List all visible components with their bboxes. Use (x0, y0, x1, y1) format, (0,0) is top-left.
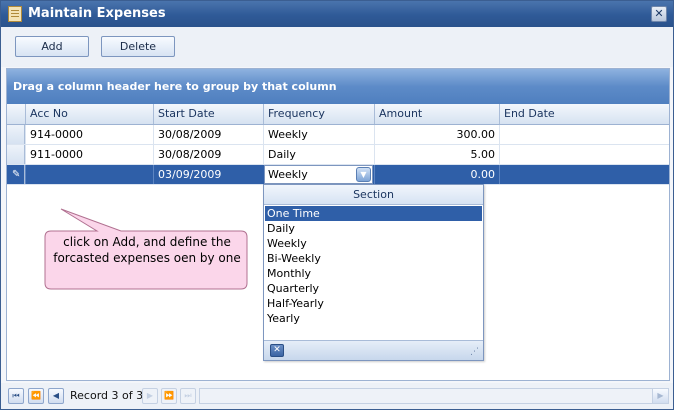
callout-line: click on Add, and define the (63, 235, 231, 249)
previous-record-icon[interactable]: ◀ (48, 388, 64, 404)
resize-grip-icon[interactable]: ⋰ (470, 347, 480, 357)
column-header-acc-no[interactable]: Acc No (25, 104, 153, 124)
cell-end-date[interactable] (499, 145, 669, 164)
next-page-icon[interactable]: ⏩ (161, 388, 177, 404)
cell-end-date[interactable] (499, 165, 669, 184)
dropdown-option[interactable]: Daily (265, 221, 482, 236)
pencil-icon: ✎ (12, 169, 21, 180)
row-indicator[interactable]: ✎ (7, 165, 25, 184)
callout-line: forcasted expenses oen by one (53, 251, 241, 265)
document-icon (8, 6, 22, 22)
record-navigator: ⏮ ⏪ ◀ Record 3 of 3 ▶ ⏩ ⏭ ▶ (1, 383, 673, 409)
row-indicator[interactable] (7, 125, 25, 144)
cell-frequency[interactable]: Weekly (263, 125, 374, 144)
row-indicator-header (7, 104, 25, 124)
title-bar: Maintain Expenses ✕ (1, 1, 673, 27)
dropdown-header: Section (264, 185, 483, 205)
cell-end-date[interactable] (499, 125, 669, 144)
cell-amount[interactable]: 5.00 (374, 145, 499, 164)
chevron-down-icon[interactable]: ▼ (356, 167, 371, 182)
last-record-icon[interactable]: ⏭ (180, 388, 196, 404)
window-title: Maintain Expenses (28, 6, 166, 21)
cell-start-date[interactable]: 03/09/2009 (153, 165, 263, 184)
column-header-amount[interactable]: Amount (374, 104, 499, 124)
row-indicator[interactable] (7, 145, 25, 164)
cell-acc-no[interactable] (25, 165, 153, 184)
delete-button[interactable]: Delete (101, 36, 175, 57)
maintain-expenses-window: Maintain Expenses ✕ Add Delete Drag a co… (0, 0, 674, 410)
grid-header: Acc No Start Date Frequency Amount End D… (7, 104, 669, 125)
close-icon[interactable]: ✕ (270, 344, 284, 357)
table-row[interactable]: 911-0000 30/08/2009 Daily 5.00 (7, 145, 669, 165)
cell-amount[interactable]: 0.00 (374, 165, 499, 184)
horizontal-scrollbar[interactable]: ▶ (199, 388, 669, 404)
cell-acc-no[interactable]: 914-0000 (25, 125, 153, 144)
cell-amount[interactable]: 300.00 (374, 125, 499, 144)
cell-frequency[interactable]: Daily (263, 145, 374, 164)
dropdown-option[interactable]: Quarterly (265, 281, 482, 296)
frequency-dropdown: Section One Time Daily Weekly Bi-Weekly … (263, 184, 484, 361)
dropdown-option[interactable]: Half-Yearly (265, 296, 482, 311)
close-button[interactable]: ✕ (651, 6, 667, 22)
frequency-combo-value: Weekly (268, 168, 308, 181)
scroll-right-icon[interactable]: ▶ (652, 389, 668, 403)
previous-page-icon[interactable]: ⏪ (28, 388, 44, 404)
cell-acc-no[interactable]: 911-0000 (25, 145, 153, 164)
dropdown-option[interactable]: One Time (265, 206, 482, 221)
group-by-hint: Drag a column header here to group by th… (13, 80, 337, 93)
cell-start-date[interactable]: 30/08/2009 (153, 125, 263, 144)
first-record-icon[interactable]: ⏮ (8, 388, 24, 404)
add-button[interactable]: Add (15, 36, 89, 57)
column-header-end-date[interactable]: End Date (499, 104, 669, 124)
frequency-combo[interactable]: Weekly ▼ (264, 165, 373, 184)
dropdown-option[interactable]: Yearly (265, 311, 482, 326)
cell-start-date[interactable]: 30/08/2009 (153, 145, 263, 164)
dropdown-option[interactable]: Monthly (265, 266, 482, 281)
group-by-panel[interactable]: Drag a column header here to group by th… (7, 69, 669, 104)
dropdown-option[interactable]: Bi-Weekly (265, 251, 482, 266)
dropdown-option[interactable]: Weekly (265, 236, 482, 251)
record-position: Record 3 of 3 (70, 389, 144, 402)
next-record-icon[interactable]: ▶ (142, 388, 158, 404)
column-header-frequency[interactable]: Frequency (263, 104, 374, 124)
table-row-selected[interactable]: ✎ 03/09/2009 Weekly ▼ 0.00 (7, 165, 669, 185)
column-header-start-date[interactable]: Start Date (153, 104, 263, 124)
dropdown-footer: ✕ ⋰ (264, 340, 483, 360)
table-row[interactable]: 914-0000 30/08/2009 Weekly 300.00 (7, 125, 669, 145)
toolbar: Add Delete (1, 27, 673, 67)
callout-text: click on Add, and define the forcasted e… (47, 234, 247, 266)
